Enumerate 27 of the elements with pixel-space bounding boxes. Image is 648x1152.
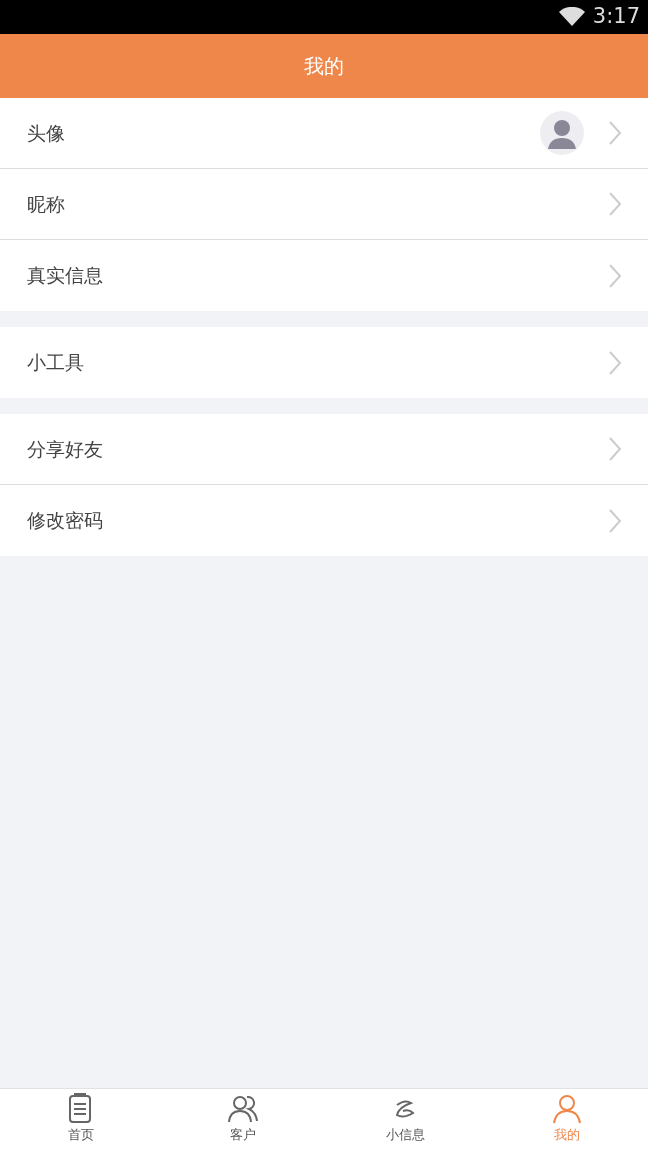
page-title: 我的 — [304, 53, 344, 80]
chevron-right-icon — [608, 262, 622, 289]
menu-row[interactable]: 头像 — [0, 98, 648, 169]
menu-row[interactable]: 昵称 — [0, 169, 648, 240]
menu-row[interactable]: 小工具 — [0, 327, 648, 398]
row-label: 头像 — [27, 120, 66, 146]
chevron-right-icon — [608, 507, 622, 534]
tab-button[interactable]: 客户 — [162, 1089, 324, 1152]
clock-time: 3:17 — [592, 3, 640, 31]
people-icon — [227, 1093, 259, 1125]
wifi-icon — [558, 7, 585, 27]
tab-button[interactable]: 首页 — [0, 1089, 162, 1152]
menu-row[interactable]: 修改密码 — [0, 485, 648, 556]
menu-row[interactable]: 真实信息 — [0, 240, 648, 311]
tab-button[interactable]: 小信息 — [324, 1089, 486, 1152]
menu-row[interactable]: 分享好友 — [0, 414, 648, 485]
avatar-icon — [540, 111, 584, 155]
chevron-right-icon — [608, 120, 622, 146]
row-label: 修改密码 — [27, 508, 104, 534]
person-icon — [551, 1093, 583, 1125]
chevron-right-icon — [608, 349, 622, 376]
row-label: 昵称 — [27, 191, 66, 217]
chevron-right-icon — [608, 436, 622, 462]
row-label: 分享好友 — [27, 436, 104, 462]
row-label: 小工具 — [27, 350, 85, 376]
chevron-right-icon — [608, 191, 622, 217]
row-label: 真实信息 — [27, 263, 104, 289]
